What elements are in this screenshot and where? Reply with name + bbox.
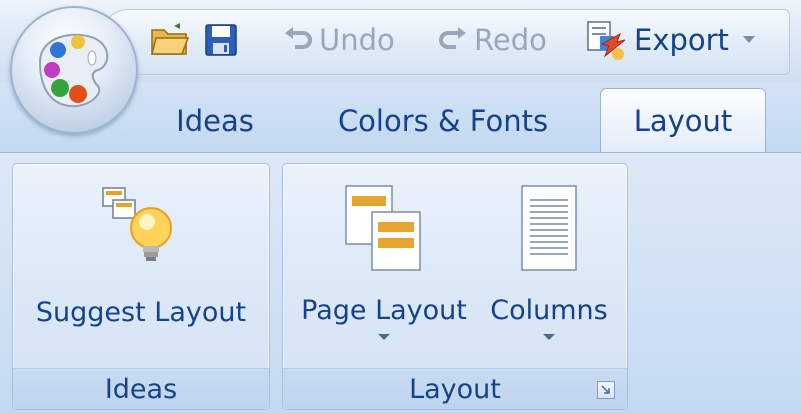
dropdown-arrow-icon	[378, 334, 390, 340]
undo-arrow-icon	[283, 27, 313, 53]
columns-button[interactable]: Columns	[483, 182, 615, 340]
group-label: Ideas	[13, 368, 269, 409]
open-button[interactable]	[150, 14, 190, 66]
paint-palette-icon	[38, 33, 109, 108]
page-layout-button[interactable]: Page Layout	[293, 182, 475, 340]
save-button[interactable]	[204, 14, 238, 66]
export-label: Export	[634, 23, 729, 57]
tab-label: Ideas	[176, 104, 254, 138]
application-menu-button[interactable]	[10, 6, 138, 134]
undo-button[interactable]: Undo	[283, 14, 395, 66]
columns-icon	[514, 182, 584, 281]
dialog-launcher-button[interactable]	[597, 381, 615, 399]
ideas-group: Suggest Layout Ideas	[12, 163, 270, 410]
page-layout-label: Page Layout	[301, 295, 467, 326]
redo-label: Redo	[474, 23, 547, 57]
page-layout-icon	[340, 182, 428, 281]
tab-label: Colors & Fonts	[337, 104, 549, 138]
tab-ideas[interactable]: Ideas	[150, 92, 280, 150]
tab-layout[interactable]: Layout	[600, 88, 766, 153]
columns-label: Columns	[490, 295, 608, 326]
suggest-layout-button[interactable]: Suggest Layout	[23, 182, 259, 328]
layout-group: Page Layout Columns Layout	[282, 163, 628, 410]
chevron-down-icon	[742, 36, 755, 44]
dialog-launcher-icon	[601, 385, 610, 394]
tab-label: Layout	[633, 104, 733, 138]
floppy-disk-icon	[204, 23, 238, 57]
export-button[interactable]: Export	[582, 14, 755, 66]
redo-button[interactable]: Redo	[438, 14, 547, 66]
dropdown-arrow-icon	[543, 334, 555, 340]
redo-arrow-icon	[438, 27, 468, 53]
tab-colors-fonts[interactable]: Colors & Fonts	[318, 92, 568, 150]
suggest-layout-label: Suggest Layout	[35, 297, 247, 328]
ribbon-panel: Suggest Layout Ideas Page Layout Columns…	[0, 152, 801, 413]
group-label: Layout	[283, 368, 627, 409]
export-icon	[582, 18, 628, 62]
undo-label: Undo	[319, 23, 395, 57]
lightbulb-icon	[99, 182, 183, 275]
open-folder-icon	[150, 22, 190, 58]
